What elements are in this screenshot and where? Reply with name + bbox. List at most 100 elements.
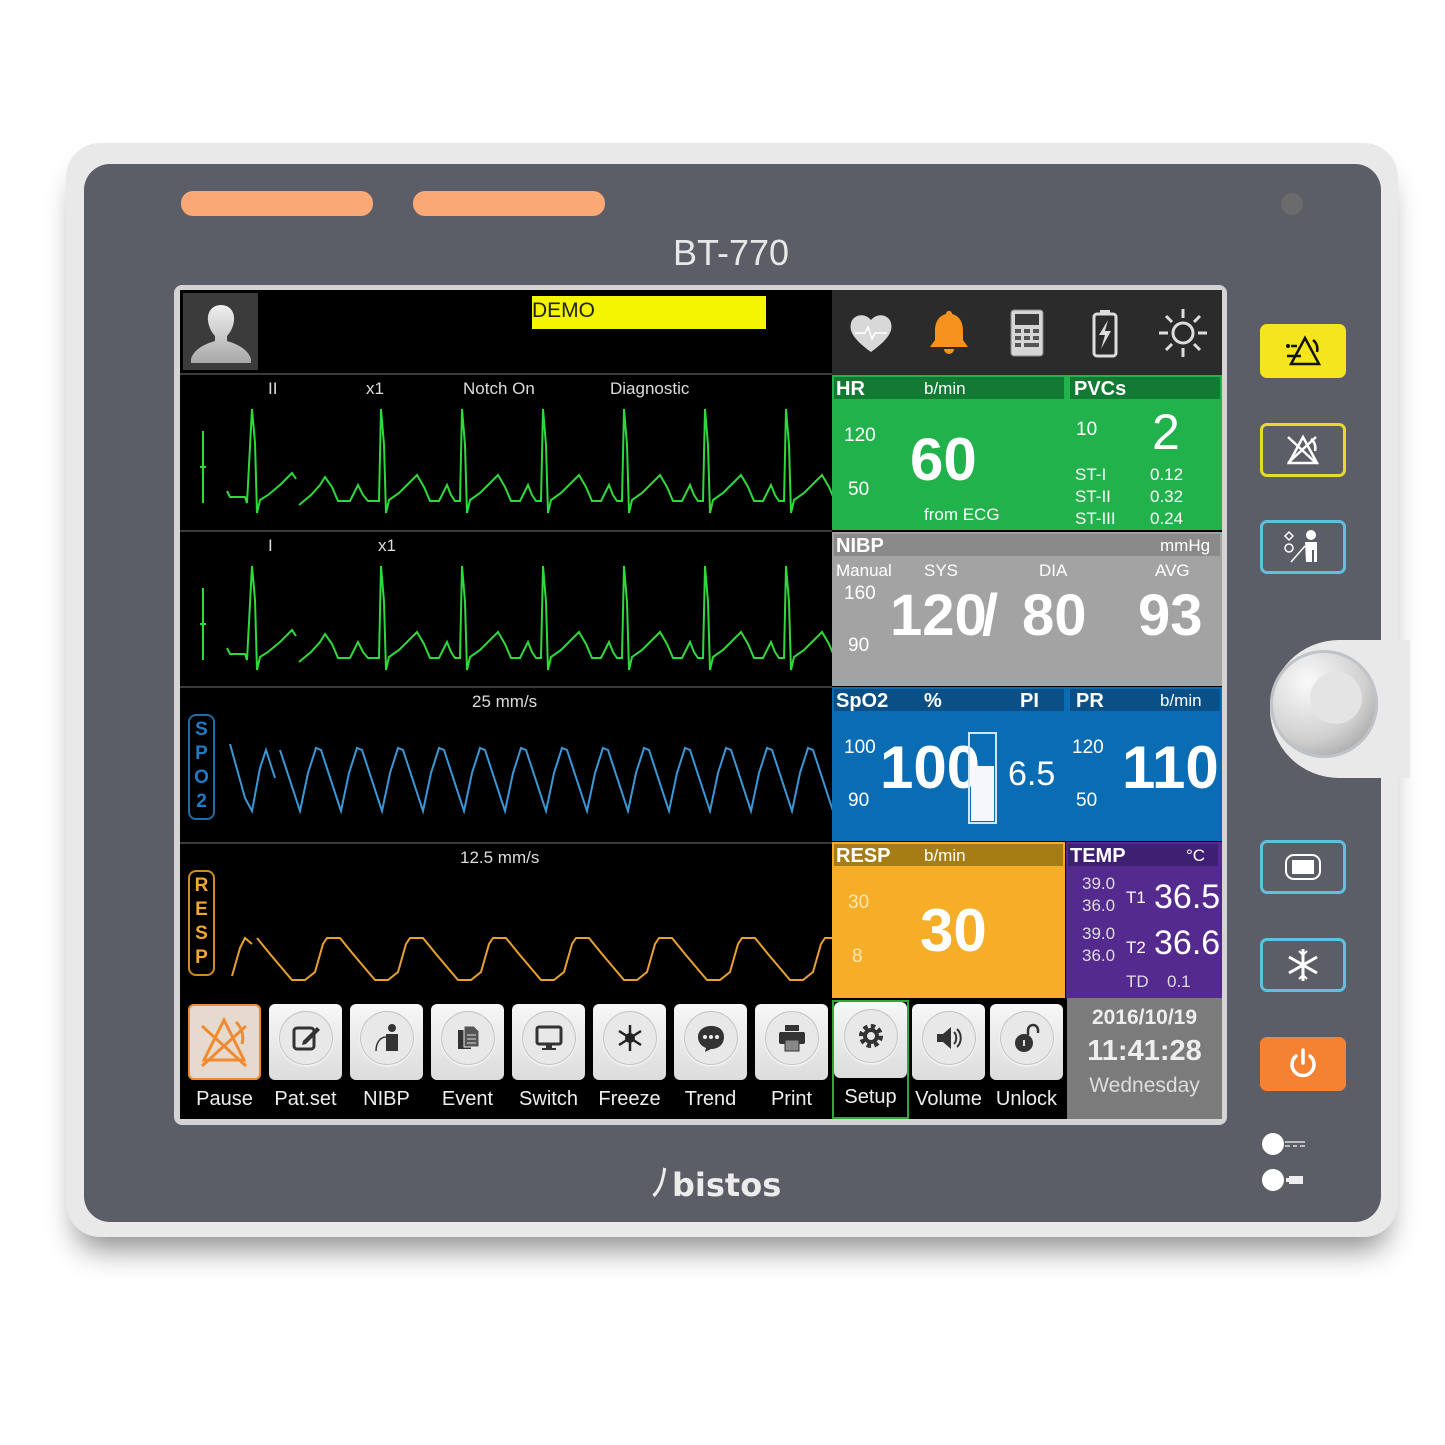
- status-icon-bar: [832, 290, 1222, 375]
- trend-button[interactable]: Trend: [672, 1002, 749, 1117]
- demo-mode-badge: DEMO: [532, 296, 766, 329]
- hr-unit: b/min: [924, 379, 966, 398]
- speaker-icon: [937, 1027, 962, 1049]
- nibp-separator: /: [982, 583, 999, 648]
- pat-set-button[interactable]: Pat.set: [267, 1002, 344, 1117]
- pr-unit: b/min: [1160, 691, 1202, 710]
- setup-button[interactable]: Setup: [832, 1000, 909, 1119]
- main-screen-button[interactable]: [1260, 840, 1346, 894]
- ac-power-icon: [1285, 1141, 1305, 1147]
- spo2-label: SpO2: [836, 690, 889, 712]
- t1-high-limit: 39.0: [1082, 874, 1116, 893]
- resp-wave-panel[interactable]: 12.5 mm/s RESP: [180, 842, 832, 998]
- power-button[interactable]: [1260, 1037, 1346, 1091]
- hr-label: HR: [836, 378, 865, 400]
- button-face: [188, 1004, 261, 1080]
- t1-low-limit: 36.0: [1082, 896, 1116, 915]
- alarm-reset-icon: [1286, 335, 1322, 366]
- nibp-label: NIBP: [836, 535, 884, 557]
- print-button[interactable]: Print: [753, 1002, 830, 1117]
- button-face: [593, 1004, 666, 1080]
- resp-value: 30: [920, 897, 987, 964]
- spo2-parameter-box[interactable]: SpO2 % PI PR b/min 100 90 100 6.5 120 50…: [832, 687, 1222, 841]
- nibp-start-button[interactable]: [1260, 520, 1346, 574]
- brightness-icon[interactable]: [1157, 307, 1209, 359]
- event-button[interactable]: Event: [429, 1002, 506, 1117]
- spo2-low-limit: 90: [848, 790, 870, 811]
- st-iii-value: 0.24: [1150, 509, 1184, 528]
- spo2-unit: %: [924, 690, 942, 712]
- nibp-parameter-box[interactable]: NIBP mmHg Manual SYS DIA AVG 160 90 120 …: [832, 532, 1222, 686]
- alarm-light-left: [181, 191, 373, 216]
- button-label: Volume: [915, 1088, 982, 1110]
- pvc-label: PVCs: [1074, 378, 1127, 400]
- rotary-knob[interactable]: [1270, 650, 1378, 758]
- brand-mark-icon: ﾉ: [650, 1160, 670, 1206]
- td-value: 0.1: [1167, 972, 1191, 991]
- date-text: 2016/10/19: [1091, 1006, 1198, 1029]
- freeze-hard-button[interactable]: [1260, 938, 1346, 992]
- ecg-lead-ii-panel[interactable]: II x1 Notch On Diagnostic: [180, 373, 832, 530]
- st-ii-label: ST-II: [1075, 487, 1111, 506]
- spo2-waveform: [229, 743, 832, 815]
- day-text: Wednesday: [1089, 1074, 1200, 1097]
- dia-label: DIA: [1039, 561, 1068, 580]
- button-label: Switch: [519, 1088, 578, 1110]
- ecg-trace: [226, 565, 832, 671]
- button-face: [350, 1004, 423, 1080]
- button-face: [990, 1004, 1063, 1080]
- alarm-silence-icon: [1286, 434, 1320, 465]
- calculator-icon[interactable]: [1001, 307, 1053, 359]
- button-label: Trend: [684, 1088, 737, 1110]
- battery-charging-icon[interactable]: [1079, 307, 1131, 359]
- nibp-low-limit: 90: [848, 635, 870, 656]
- ecg-lead-i-panel[interactable]: I x1: [180, 530, 832, 686]
- ecg-trace: [226, 408, 832, 514]
- volume-button[interactable]: Volume: [910, 1002, 987, 1117]
- pause-button[interactable]: Pause: [186, 1002, 263, 1117]
- snowflake-icon: [618, 1025, 642, 1051]
- resp-high-limit: 30: [848, 892, 870, 913]
- ac-power-indicator: [1262, 1133, 1284, 1155]
- t1-label: T1: [1126, 888, 1146, 907]
- hr-high-limit: 120: [844, 425, 876, 446]
- button-face: [674, 1004, 747, 1080]
- pr-low-limit: 50: [1076, 790, 1098, 811]
- spo2-high-limit: 100: [844, 737, 876, 758]
- power-icon: [1290, 1048, 1316, 1078]
- resp-parameter-box[interactable]: RESP b/min 30 8 30: [832, 842, 1065, 998]
- switch-button[interactable]: Switch: [510, 1002, 587, 1117]
- pi-value: 6.5: [1008, 755, 1056, 793]
- nibp-button[interactable]: NIBP: [348, 1002, 425, 1117]
- nibp-unit: mmHg: [1160, 536, 1211, 555]
- documents-icon: [458, 1025, 480, 1049]
- temp-parameter-box[interactable]: TEMP °C 39.0 36.0 T1 36.5 39.0 36.0 T2 3…: [1066, 842, 1222, 998]
- unlock-button[interactable]: Unlock: [988, 1002, 1065, 1117]
- nibp-start-icon: [1283, 530, 1317, 563]
- alarm-reset-button[interactable]: [1260, 324, 1346, 378]
- button-face: [912, 1004, 985, 1080]
- sys-label: SYS: [924, 561, 959, 580]
- hr-source: from ECG: [924, 505, 1000, 524]
- chat-bubble-icon: [698, 1026, 724, 1052]
- patient-avatar-button[interactable]: [183, 293, 258, 370]
- spo2-wave-panel[interactable]: 25 mm/s SPO2: [180, 686, 832, 842]
- resp-waveform: [231, 936, 832, 981]
- pi-label: PI: [1020, 690, 1039, 712]
- time-text: 11:41:28: [1087, 1035, 1202, 1067]
- heart-icon[interactable]: [845, 307, 897, 359]
- ambient-light-sensor: [1281, 193, 1303, 215]
- t2-value: 36.6: [1154, 924, 1221, 962]
- gear-icon: [859, 1024, 883, 1048]
- monitor-screen: DEMO II x1 Notch On Diagnostic I x1 25 m…: [180, 290, 1222, 1119]
- alarm-bell-icon[interactable]: [923, 307, 975, 359]
- freeze-button[interactable]: Freeze: [591, 1002, 668, 1117]
- alarm-silence-button[interactable]: [1260, 423, 1346, 477]
- calibration-pulse: [200, 588, 206, 660]
- temp-unit: °C: [1186, 846, 1206, 865]
- nibp-mode: Manual: [836, 561, 892, 580]
- button-label: Pause: [196, 1088, 253, 1110]
- t2-low-limit: 36.0: [1082, 946, 1116, 965]
- temp-label: TEMP: [1070, 845, 1126, 867]
- hr-parameter-box[interactable]: HR b/min PVCs 120 50 60 from ECG 10 2 ST…: [832, 375, 1222, 530]
